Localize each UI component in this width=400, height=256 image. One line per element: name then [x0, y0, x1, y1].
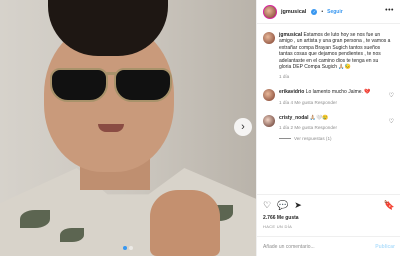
post-date: HACE UN DÍA [263, 224, 293, 229]
post-video[interactable]: › [0, 0, 256, 256]
shirt-pattern [20, 210, 50, 228]
heart-icon[interactable]: ♡ [263, 200, 271, 211]
comment: cristy_nodal 🙏🏼🤍😢 1 día 2 Me gusta Respo… [263, 114, 394, 130]
comment-text: 🙏🏼🤍😢 [309, 114, 329, 121]
post-actions: ♡ 💬 ➤ 🔖 2.766 Me gusta HACE UN DÍA [257, 194, 400, 229]
add-comment-bar: Añade un comentario... Publicar [257, 236, 400, 256]
more-options-icon[interactable]: ••• [385, 7, 394, 14]
post-header: jgmusical ✓ • Seguir ••• [257, 0, 400, 24]
comment-meta[interactable]: 1 día 4 Me gusta Responder [279, 100, 375, 105]
comments-section: jgmusical Estamos de luto hoy se nos fue… [257, 24, 400, 184]
post-panel: jgmusical ✓ • Seguir ••• jgmusical Estam… [256, 0, 400, 256]
view-replies-label[interactable]: Ver respuestas (1) [294, 136, 332, 141]
caption-username[interactable]: jgmusical [279, 32, 302, 38]
carousel-dots [0, 244, 256, 250]
caption: jgmusical Estamos de luto hoy se nos fue… [263, 32, 394, 79]
caption-text: Estamos de luto hoy se nos fue un amigo … [279, 32, 391, 71]
comment-input[interactable]: Añade un comentario... [263, 244, 375, 250]
mouth [98, 124, 124, 132]
share-icon[interactable]: ➤ [294, 200, 302, 211]
avatar[interactable] [263, 114, 275, 127]
comment-username[interactable]: erikavidrio [279, 89, 304, 95]
avatar[interactable] [263, 89, 275, 102]
bookmark-icon[interactable]: 🔖 [384, 200, 395, 211]
caption-time: 1 día [279, 74, 290, 80]
comment-meta[interactable]: 1 día 2 Me gusta Responder [279, 125, 375, 130]
publish-button[interactable]: Publicar [375, 244, 395, 250]
avatar[interactable] [263, 32, 275, 44]
view-replies-link[interactable]: Ver respuestas (1) [263, 136, 394, 141]
username[interactable]: jgmusical [281, 9, 306, 15]
sunglasses [50, 68, 174, 102]
next-arrow-icon[interactable]: › [234, 118, 252, 136]
comment-username[interactable]: cristy_nodal [279, 115, 308, 121]
like-comment-icon[interactable]: ♡ [389, 118, 394, 125]
like-comment-icon[interactable]: ♡ [389, 92, 394, 99]
likes-count[interactable]: 2.766 Me gusta [263, 215, 395, 221]
comment: erikavidrio Lo lamento mucho Jaime. 💔 1 … [263, 89, 394, 105]
verified-icon: ✓ [311, 8, 318, 15]
comment-text: Lo lamento mucho Jaime. 💔 [305, 89, 371, 96]
avatar[interactable] [263, 4, 277, 19]
comment-icon[interactable]: 💬 [277, 200, 288, 211]
follow-button[interactable]: Seguir [327, 9, 343, 15]
shirt-pattern [60, 228, 84, 242]
